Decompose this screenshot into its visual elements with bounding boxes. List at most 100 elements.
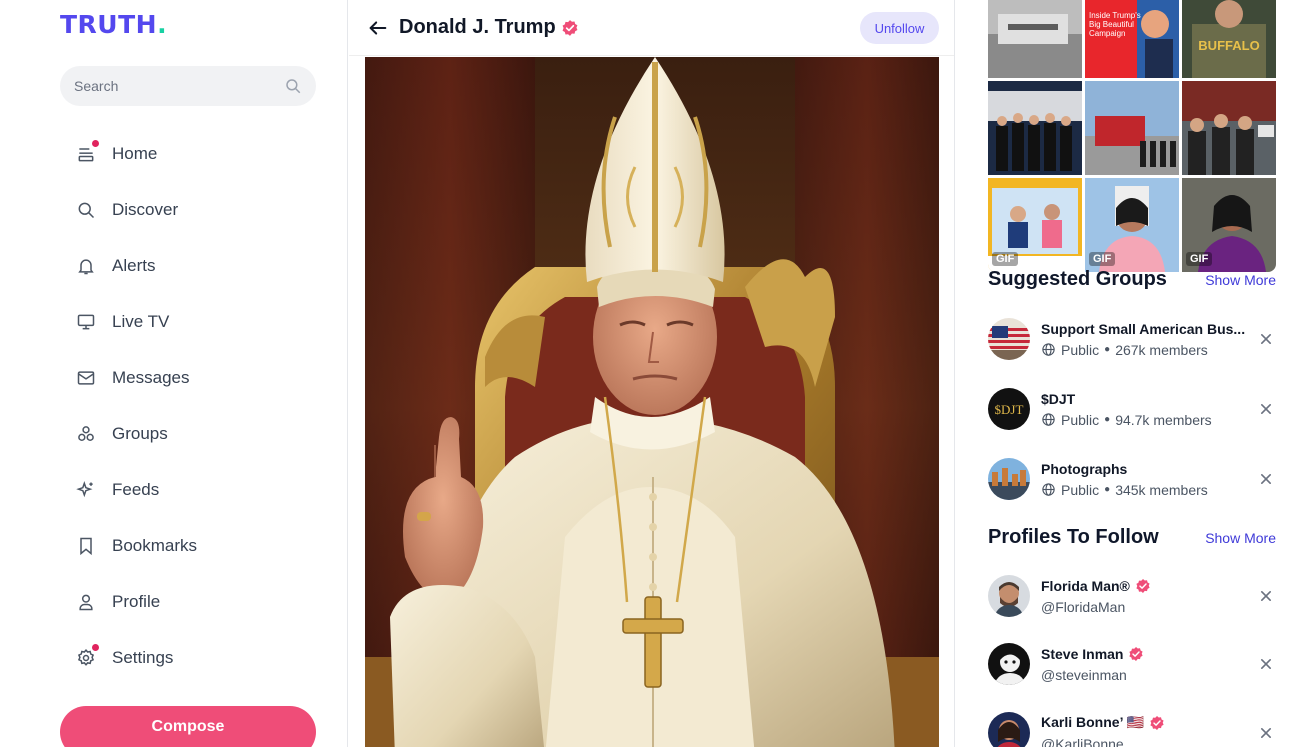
close-icon[interactable] [1256,723,1276,743]
close-icon[interactable] [1256,399,1276,419]
groups-icon [76,424,96,444]
gif-badge: GIF [992,252,1019,266]
separator-dot: ● [1104,344,1111,355]
media-tile[interactable] [988,0,1082,78]
nav-item-alerts[interactable]: Alerts [60,238,316,294]
truth-logo[interactable]: TRUTH. [60,10,167,39]
profile-info: Karli Bonne’ 🇺🇸 @KarliBonne [1041,714,1250,747]
profile-item[interactable]: Karli Bonne’ 🇺🇸 @KarliBonne [988,705,1276,747]
group-item[interactable]: Support Small American Bus... Public ● 2… [988,311,1276,367]
media-tile[interactable] [988,81,1082,175]
group-members: 94.7k members [1115,411,1212,428]
profile-display-name: Steve Inman [1041,645,1124,662]
group-name: $DJT [1041,390,1076,407]
unfollow-button[interactable]: Unfollow [860,12,939,44]
group-members: 267k members [1115,341,1208,358]
profile-handle: @FloridaMan [1041,598,1126,615]
media-tile[interactable]: BUFFALO [1182,0,1276,78]
group-avatar [988,458,1030,500]
media-grid: Inside Trump's Big Beautiful Campaign BUFF… [988,0,1276,272]
gif-badge: GIF [1089,252,1116,266]
profiles-to-follow-header: Profiles To Follow Show More [988,526,1276,549]
group-privacy: Public [1061,341,1100,358]
profile-handle: @KarliBonne [1041,736,1124,747]
compose-button[interactable]: Compose [60,706,316,747]
search-icon [76,200,96,220]
section-title: Profiles To Follow [988,526,1159,548]
search-icon[interactable] [284,77,302,95]
group-info: Photographs Public ● 345k members [1041,461,1250,498]
profile-name-row: Florida Man® [1041,578,1250,594]
close-icon[interactable] [1256,586,1276,606]
nav-item-groups[interactable]: Groups [60,406,316,462]
close-icon[interactable] [1256,654,1276,674]
search-input[interactable] [74,78,284,94]
nav-label: Bookmarks [112,536,198,555]
nav-item-profile[interactable]: Profile [60,574,316,630]
profile-item[interactable]: Florida Man® @FloridaMan [988,568,1276,624]
verified-badge-icon [1150,715,1164,730]
group-meta: Public ● 345k members [1041,482,1250,498]
media-tile[interactable] [1182,81,1276,175]
show-more-link[interactable]: Show More [1205,530,1276,546]
show-more-link[interactable]: Show More [1205,272,1276,288]
monitor-icon [76,312,96,332]
nav-label: Feeds [112,480,160,499]
media-tile[interactable] [1085,81,1179,175]
sparkle-icon [76,480,96,500]
profile-item[interactable]: Steve Inman @steveinman [988,636,1276,692]
media-tile[interactable]: GIF [1085,178,1179,272]
profile-info: Florida Man® @FloridaMan [1041,578,1250,615]
group-avatar [988,318,1030,360]
group-info: $DJT Public ● 94.7k members [1041,391,1250,428]
separator-dot: ● [1104,484,1111,495]
globe-icon [1042,343,1055,356]
suggested-groups-header: Suggested Groups Show More [988,268,1276,291]
notification-dot [92,140,99,147]
profile-display-name: Karli Bonne’ 🇺🇸 [1041,714,1145,730]
nav-item-messages[interactable]: Messages [60,350,316,406]
media-tile[interactable]: Inside Trump's Big Beautiful Campaign [1085,0,1179,78]
profile-avatar [988,575,1030,617]
globe-icon [1042,483,1055,496]
group-privacy: Public [1061,481,1100,498]
group-meta: Public ● 267k members [1041,342,1250,358]
nav-label: Alerts [112,256,156,275]
profile-handle: @steveinman [1041,666,1127,683]
media-tile[interactable]: GIF [1182,178,1276,272]
back-arrow-icon[interactable] [367,17,389,39]
nav-label: Discover [112,200,179,219]
post-image[interactable] [365,57,939,747]
notification-dot [92,644,99,651]
group-avatar: $DJT [988,388,1030,430]
main-column: Donald J. Trump Unfollow [349,0,955,747]
bookmark-icon [76,536,96,556]
gear-icon [76,644,99,668]
group-info: Support Small American Bus... Public ● 2… [1041,321,1250,358]
group-privacy: Public [1061,411,1100,428]
right-sidebar: Inside Trump's Big Beautiful Campaign BUFF… [956,0,1307,747]
nav-item-live-tv[interactable]: Live TV [60,294,316,350]
svg-text:$DJT: $DJT [995,402,1024,417]
nav-item-discover[interactable]: Discover [60,182,316,238]
nav-label: Home [112,144,158,163]
group-item[interactable]: $DJT $DJT Public ● 94.7k members [988,381,1276,437]
nav-item-home[interactable]: Home [60,126,316,182]
separator-dot: ● [1104,414,1111,425]
verified-badge-icon [562,19,578,36]
group-item[interactable]: Photographs Public ● 345k members [988,451,1276,507]
profile-avatar [988,643,1030,685]
close-icon[interactable] [1256,329,1276,349]
profile-display-name: Florida Man® [1041,577,1130,594]
verified-badge-icon [1129,646,1144,661]
media-tile[interactable]: GIF [988,178,1082,272]
verified-badge-icon [1136,578,1150,593]
section-title: Suggested Groups [988,268,1167,290]
nav-item-settings[interactable]: Settings [60,630,316,686]
nav-item-feeds[interactable]: Feeds [60,462,316,518]
bell-icon [76,256,96,276]
close-icon[interactable] [1256,469,1276,489]
nav-item-bookmarks[interactable]: Bookmarks [60,518,316,574]
profile-info: Steve Inman @steveinman [1041,646,1250,683]
profile-header: Donald J. Trump Unfollow [349,0,954,56]
